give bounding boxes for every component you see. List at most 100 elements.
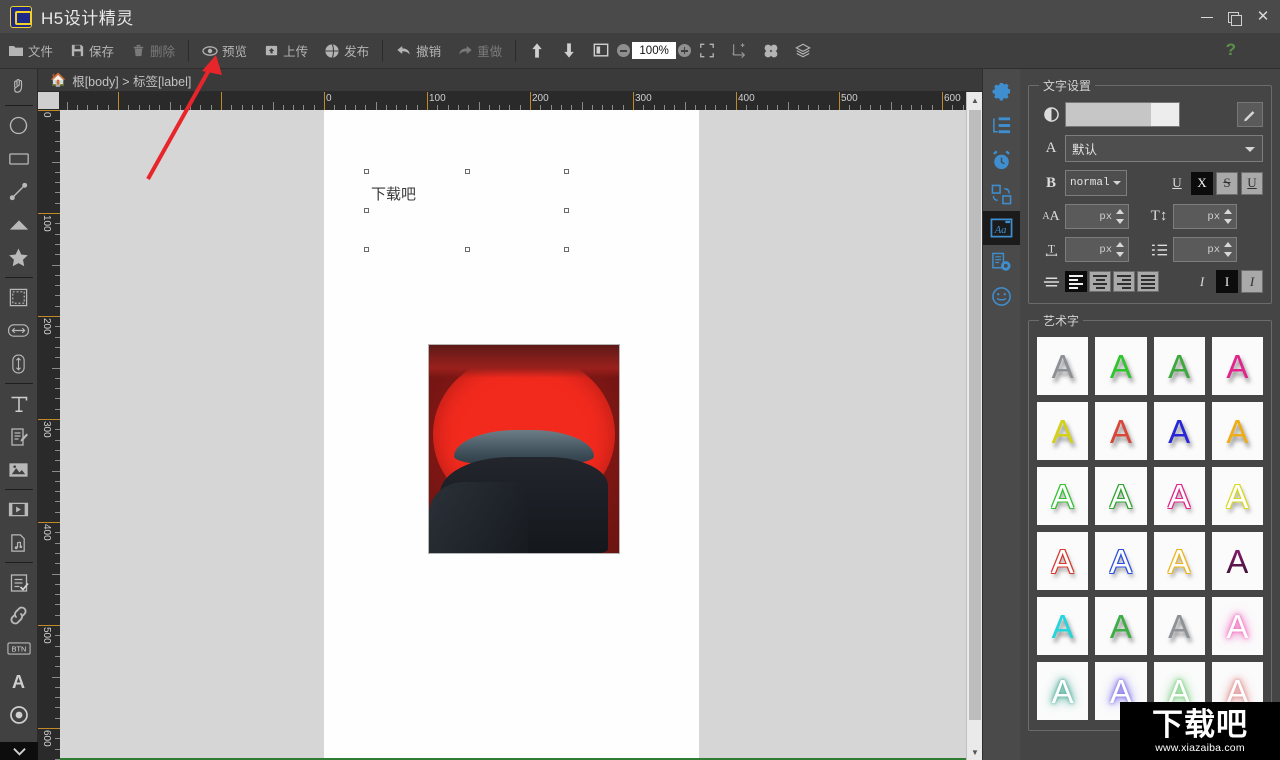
hand-icon[interactable] — [0, 69, 38, 102]
canvas-vertical-scrollbar[interactable]: ▲ ▼ — [966, 92, 982, 760]
link-chain-icon[interactable] — [0, 599, 38, 632]
document-gear-icon[interactable] — [983, 245, 1021, 279]
maximize-button[interactable] — [1222, 4, 1248, 30]
toolbar-file-button[interactable]: 文件 — [1, 37, 60, 65]
font-size-stepper[interactable] — [1115, 207, 1126, 226]
italic-on-button[interactable]: I — [1241, 270, 1263, 293]
art-text-style-14[interactable]: A — [1095, 532, 1146, 590]
art-text-style-13[interactable]: A — [1037, 532, 1088, 590]
selected-text-element[interactable]: 下载吧 — [367, 172, 567, 250]
line-node-icon[interactable] — [0, 175, 38, 208]
resize-handle-s[interactable] — [465, 247, 470, 252]
toolbar-upload-button[interactable]: 上传 — [256, 37, 315, 65]
art-text-style-3[interactable]: A — [1154, 337, 1205, 395]
align-right-button[interactable] — [1113, 271, 1135, 292]
minimize-button[interactable] — [1194, 4, 1220, 30]
ruler-guides-button[interactable] — [724, 37, 754, 65]
radio-dot-icon[interactable] — [0, 698, 38, 731]
film-icon[interactable] — [0, 493, 38, 526]
scrollbar-thumb[interactable] — [969, 110, 981, 720]
toolbar-publish-button[interactable]: 发布 — [317, 37, 376, 65]
layers-button[interactable] — [788, 37, 818, 65]
grid-button[interactable] — [756, 37, 786, 65]
home-icon[interactable]: 🏠 — [50, 72, 66, 88]
music-note-icon[interactable] — [0, 526, 38, 559]
button-btn-icon[interactable]: BTN — [0, 632, 38, 665]
toolbar-delete-button[interactable]: 删除 — [123, 37, 182, 65]
letter-spacing-input[interactable]: px — [1065, 237, 1129, 262]
move-up-button[interactable] — [522, 37, 552, 65]
scroll-down-icon[interactable]: ▼ — [967, 744, 983, 760]
italic-normal-button[interactable]: I — [1216, 270, 1238, 293]
art-text-style-9[interactable]: A — [1037, 467, 1088, 525]
underline-button[interactable]: U — [1241, 172, 1263, 195]
resize-handle-se[interactable] — [564, 247, 569, 252]
scroll-up-icon[interactable]: ▲ — [967, 92, 983, 108]
letter-spacing-stepper[interactable] — [1115, 240, 1126, 259]
panel-toggle-button[interactable] — [586, 37, 616, 65]
zoom-out-icon[interactable] — [617, 44, 630, 57]
alarm-clock-icon[interactable] — [983, 143, 1021, 177]
toolbar-save-button[interactable]: 保存 — [62, 37, 121, 65]
art-text-style-2[interactable]: A — [1095, 337, 1146, 395]
design-page[interactable]: 下载吧 — [324, 110, 699, 760]
pencil-icon[interactable] — [1237, 102, 1263, 127]
art-text-style-16[interactable]: A — [1212, 532, 1263, 590]
line-height-stepper[interactable] — [1223, 207, 1234, 226]
canvas-work-area[interactable]: 下载吧 — [60, 110, 972, 760]
art-text-style-5[interactable]: A — [1037, 402, 1088, 460]
edit-note-icon[interactable] — [0, 420, 38, 453]
art-text-style-11[interactable]: A — [1154, 467, 1205, 525]
zoom-level-input[interactable]: 100% — [632, 42, 676, 59]
art-text-style-10[interactable]: A — [1095, 467, 1146, 525]
marquee-icon[interactable] — [0, 281, 38, 314]
ruler-corner[interactable] — [38, 92, 60, 110]
checklist-icon[interactable] — [0, 566, 38, 599]
arrows-vertical-icon[interactable] — [0, 347, 38, 380]
resize-handle-n[interactable] — [465, 169, 470, 174]
resize-handle-w[interactable] — [364, 208, 369, 213]
decoration-none-button[interactable]: X — [1191, 172, 1213, 195]
fit-screen-button[interactable] — [692, 37, 722, 65]
art-text-style-20[interactable]: A — [1212, 597, 1263, 655]
transform-rotate-icon[interactable] — [983, 177, 1021, 211]
strikethrough-button[interactable]: S — [1216, 172, 1238, 195]
art-text-style-6[interactable]: A — [1095, 402, 1146, 460]
underline-none-button[interactable]: U — [1166, 172, 1188, 195]
art-text-style-12[interactable]: A — [1212, 467, 1263, 525]
close-button[interactable]: ✕ — [1250, 4, 1276, 30]
art-text-style-17[interactable]: A — [1037, 597, 1088, 655]
chevron-down-icon[interactable] — [0, 742, 38, 760]
arrows-horizontal-icon[interactable] — [0, 314, 38, 347]
vertical-ruler[interactable]: 0100200300400500600 — [38, 110, 60, 760]
rectangle-icon[interactable] — [0, 142, 38, 175]
canvas-image-element[interactable] — [428, 344, 620, 554]
art-text-style-21[interactable]: A — [1037, 662, 1088, 720]
text-color-swatch[interactable] — [1065, 102, 1180, 127]
art-text-style-4[interactable]: A — [1212, 337, 1263, 395]
image-icon[interactable] — [0, 453, 38, 486]
art-text-style-15[interactable]: A — [1154, 532, 1205, 590]
font-family-select[interactable]: 默认 — [1065, 135, 1263, 162]
toolbar-preview-button[interactable]: 预览 — [195, 37, 254, 65]
art-text-style-7[interactable]: A — [1154, 402, 1205, 460]
horizontal-ruler[interactable]: 0100200300400500600 — [60, 92, 972, 110]
toolbar-redo-button[interactable]: 重做 — [450, 37, 509, 65]
indent-input[interactable]: px — [1173, 237, 1237, 262]
resize-handle-ne[interactable] — [564, 169, 569, 174]
text-aa-icon[interactable]: Aa — [983, 211, 1021, 245]
resize-handle-nw[interactable] — [364, 169, 369, 174]
art-text-style-18[interactable]: A — [1095, 597, 1146, 655]
resize-handle-sw[interactable] — [364, 247, 369, 252]
art-text-style-8[interactable]: A — [1212, 402, 1263, 460]
resize-handle-e[interactable] — [564, 208, 569, 213]
indent-stepper[interactable] — [1223, 240, 1234, 259]
font-size-input[interactable]: px — [1065, 204, 1129, 229]
align-left-button[interactable] — [1065, 271, 1087, 292]
move-down-button[interactable] — [554, 37, 584, 65]
star-icon[interactable] — [0, 241, 38, 274]
align-center-button[interactable] — [1089, 271, 1111, 292]
line-height-input[interactable]: px — [1173, 204, 1237, 229]
art-text-style-1[interactable]: A — [1037, 337, 1088, 395]
smiley-face-icon[interactable] — [983, 279, 1021, 313]
